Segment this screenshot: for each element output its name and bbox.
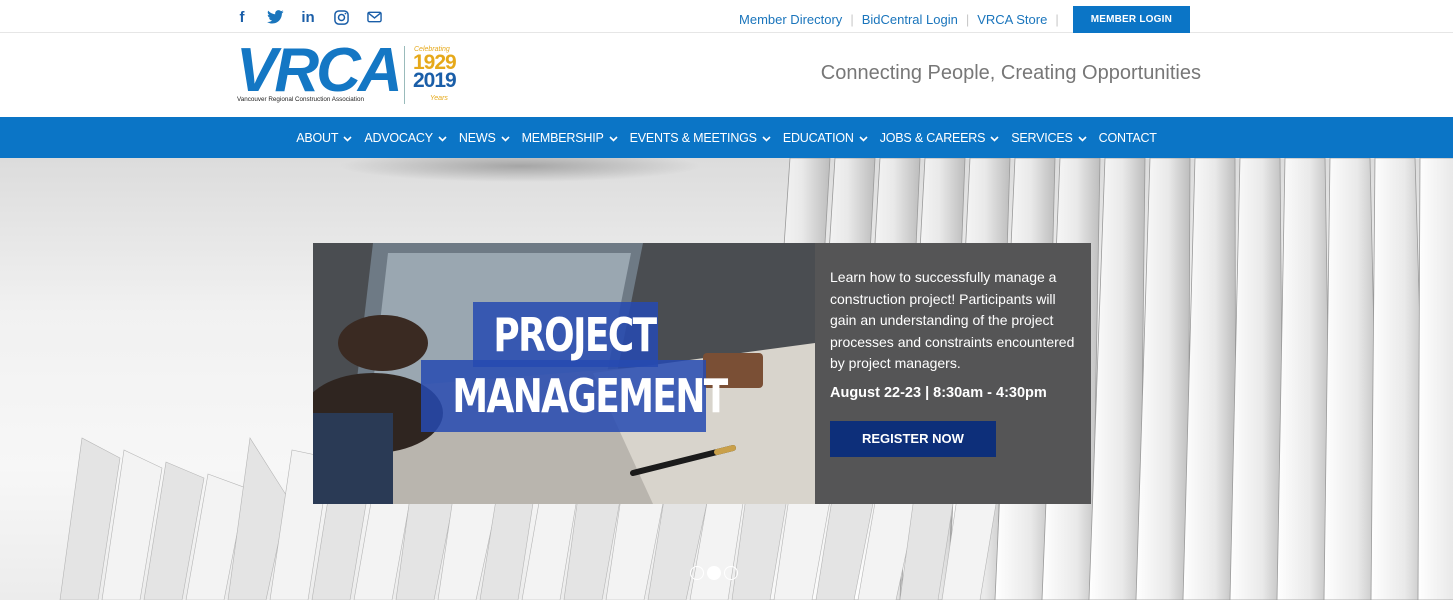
nav-item-label: EVENTS & MEETINGS [629,130,757,145]
chevron-down-icon [859,134,868,144]
chevron-down-icon [1078,134,1087,144]
nav-item-label: EDUCATION [782,130,854,145]
slide-caption: Learn how to successfully manage a const… [815,243,1091,504]
nav-item-events-meetings[interactable]: EVENTS & MEETINGS [624,131,777,145]
logo-subtitle: Vancouver Regional Construction Associat… [237,96,364,103]
slide-description: Learn how to successfully manage a const… [830,269,1075,371]
nav-item-label: NEWS [458,130,496,145]
email-icon[interactable] [364,8,384,26]
nav-item-label: JOBS & CAREERS [879,130,986,145]
twitter-icon[interactable] [265,8,285,26]
logo-year-end: 2019 [413,69,457,92]
logo-wordmark: VRCA [236,36,403,105]
divider: | [1055,12,1059,27]
linkedin-icon[interactable]: in [298,8,318,26]
utility-links: Member Directory | BidCentral Login | VR… [739,6,1190,33]
site-tagline: Connecting People, Creating Opportunitie… [820,62,1201,84]
social-links: f in [232,8,397,26]
nav-item-label: ABOUT [296,130,339,145]
vrca-logo[interactable]: VRCA Vancouver Regional Construction Ass… [236,40,476,110]
nav-item-label: SERVICES [1011,130,1073,145]
slide-image[interactable]: PROJECT MANAGEMENT [313,243,815,504]
logo-divider [404,46,405,104]
nav-item-label: MEMBERSHIP [521,130,604,145]
instagram-icon[interactable] [331,8,351,26]
chevron-down-icon [501,134,510,144]
nav-item-news[interactable]: NEWS [453,131,516,145]
nav-item-label: CONTACT [1098,130,1157,145]
divider: | [965,12,970,27]
hero-carousel: PROJECT MANAGEMENT Learn how to successf… [0,158,1453,600]
facebook-icon[interactable]: f [232,8,252,26]
nav-item-advocacy[interactable]: ADVOCACY [358,131,453,145]
carousel-dot[interactable] [707,566,721,580]
chevron-down-icon [762,134,771,144]
top-bar: f in Member Directory | BidCentral Login… [0,0,1453,33]
member-directory-link[interactable]: Member Directory [739,12,842,27]
slide-date: August 22-23 | 8:30am - 4:30pm [830,384,1047,401]
nav-item-about[interactable]: ABOUT [290,131,358,145]
bidcentral-login-link[interactable]: BidCentral Login [862,12,958,27]
nav-list: ABOUT ADVOCACY NEWS MEMBERSHIP EVENTS & MEET… [0,117,1453,158]
vrca-store-link[interactable]: VRCA Store [977,12,1047,27]
chevron-down-icon [609,134,618,144]
main-navigation: ABOUT ADVOCACY NEWS MEMBERSHIP EVENTS & MEET… [0,117,1453,158]
slide-image-title: MANAGEMENT [452,369,728,423]
carousel-dot[interactable] [724,566,738,580]
nav-item-membership[interactable]: MEMBERSHIP [516,131,624,145]
chevron-down-icon [438,134,447,144]
carousel-slide: PROJECT MANAGEMENT Learn how to successf… [313,243,1091,504]
chevron-down-icon [343,134,352,144]
slide-image-title: PROJECT [493,308,657,362]
logo-years: Years [430,95,448,102]
carousel-dot[interactable] [690,566,704,580]
nav-item-education[interactable]: EDUCATION [777,131,874,145]
nav-item-services[interactable]: SERVICES [1005,131,1092,145]
nav-item-label: ADVOCACY [364,130,433,145]
divider: | [850,12,854,27]
nav-item-jobs-careers[interactable]: JOBS & CAREERS [874,131,1006,145]
carousel-dots [690,566,738,580]
member-login-button[interactable]: MEMBER LOGIN [1072,6,1190,33]
chevron-down-icon [990,134,999,144]
register-now-button[interactable]: REGISTER NOW [830,420,996,457]
nav-item-contact[interactable]: CONTACT [1093,131,1163,145]
